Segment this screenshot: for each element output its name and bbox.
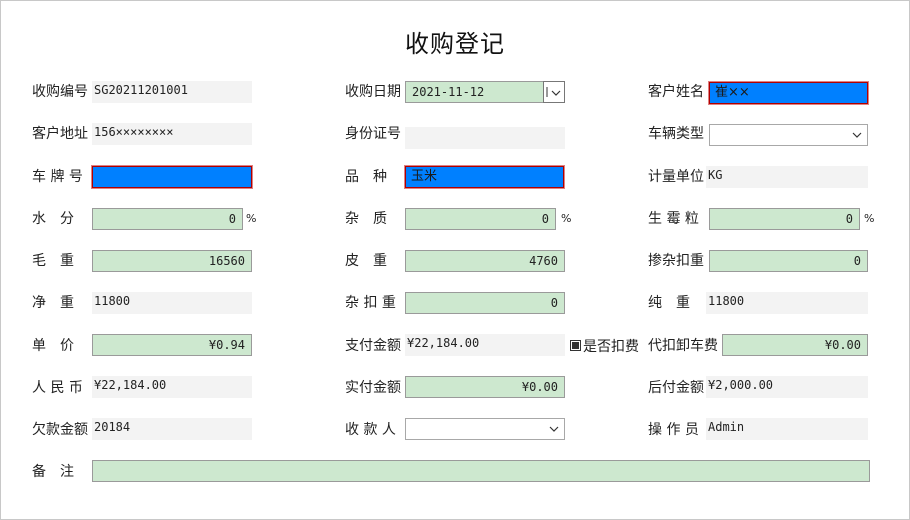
impurity-deduction-field[interactable]: 0 (405, 292, 565, 314)
page-title: 收购登记 (405, 30, 505, 58)
mold-label: 生 霉 粒 (648, 211, 699, 227)
vehicle-type-label: 车辆类型 (648, 126, 704, 142)
gross-weight-label: 毛 重 (32, 253, 74, 269)
checkbox-checked-mark (572, 342, 579, 349)
moisture-label: 水 分 (32, 211, 74, 227)
plate-no-label: 车 牌 号 (32, 169, 83, 185)
variety-label: 品 种 (345, 169, 387, 185)
unloading-fee-label: 代扣卸车费 (648, 338, 718, 354)
post-paid-field: ¥2,000.00 (706, 376, 868, 398)
payable-amount-field: ¥22,184.00 (405, 334, 565, 356)
mixed-deduction-field[interactable]: 0 (709, 250, 868, 272)
purchase-no-label: 收购编号 (32, 84, 88, 100)
customer-address-label: 客户地址 (32, 126, 88, 142)
pure-weight-label: 纯 重 (648, 295, 690, 311)
payable-amount-label: 支付金额 (345, 338, 401, 354)
impurity-field[interactable]: 0 (405, 208, 556, 230)
impurity-label: 杂 质 (345, 211, 387, 227)
unit-field: KG (706, 166, 868, 188)
unit-price-label: 单 价 (32, 338, 74, 354)
id-number-field (405, 127, 565, 149)
customer-name-field[interactable]: 崔×× (708, 81, 869, 105)
deduct-fee-label: 是否扣费 (583, 339, 639, 355)
purchase-no-field: SG20211201001 (92, 81, 252, 103)
tare-weight-label: 皮 重 (345, 253, 387, 269)
remark-field[interactable] (92, 460, 870, 482)
payee-label: 收 款 人 (345, 422, 396, 438)
operator-label: 操 作 员 (648, 422, 699, 438)
tare-weight-field[interactable]: 4760 (405, 250, 565, 272)
mold-field[interactable]: 0 (709, 208, 860, 230)
arrears-field: 20184 (92, 418, 252, 440)
unit-price-field[interactable]: ¥0.94 (92, 334, 252, 356)
actual-paid-label: 实付金额 (345, 380, 401, 396)
moisture-unit: % (246, 212, 257, 225)
post-paid-label: 后付金额 (648, 380, 704, 396)
rmb-field: ¥22,184.00 (92, 376, 252, 398)
mold-unit: % (864, 212, 875, 225)
net-weight-field: 11800 (92, 292, 252, 314)
gross-weight-field[interactable]: 16560 (92, 250, 252, 272)
chevron-down-icon (549, 426, 559, 432)
payee-select[interactable] (405, 418, 565, 440)
operator-field: Admin (706, 418, 868, 440)
chevron-down-icon (546, 87, 561, 97)
impurity-deduction-label: 杂 扣 重 (345, 295, 396, 311)
customer-name-label: 客户姓名 (648, 84, 704, 100)
customer-address-field: 156×××××××× (92, 123, 252, 145)
unit-label: 计量单位 (648, 169, 704, 185)
deduct-fee-checkbox[interactable] (570, 340, 581, 351)
date-picker-button[interactable] (543, 81, 565, 103)
mixed-deduction-label: 掺杂扣重 (648, 253, 704, 269)
purchase-date-field[interactable]: 2021-11-12 (405, 81, 544, 103)
plate-no-field[interactable] (91, 165, 253, 189)
chevron-down-icon (852, 132, 862, 138)
actual-paid-field[interactable]: ¥0.00 (405, 376, 565, 398)
rmb-label: 人 民 币 (32, 380, 83, 396)
id-number-label: 身份证号 (345, 126, 401, 142)
remark-label: 备 注 (32, 464, 74, 480)
vehicle-type-select[interactable] (709, 124, 868, 146)
moisture-field[interactable]: 0 (92, 208, 243, 230)
pure-weight-field: 11800 (706, 292, 868, 314)
arrears-label: 欠款金额 (32, 422, 88, 438)
purchase-date-label: 收购日期 (345, 84, 401, 100)
variety-field[interactable]: 玉米 (404, 165, 565, 189)
impurity-unit: % (561, 212, 572, 225)
net-weight-label: 净 重 (32, 295, 74, 311)
unloading-fee-field[interactable]: ¥0.00 (722, 334, 868, 356)
